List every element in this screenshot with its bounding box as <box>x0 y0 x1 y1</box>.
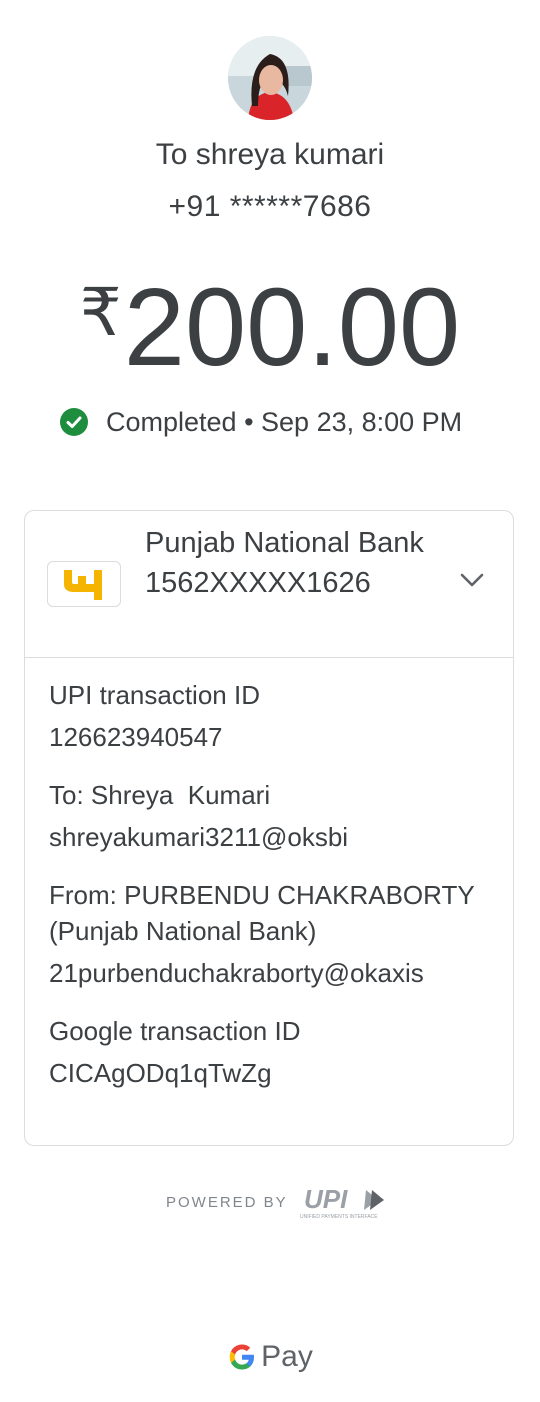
detail-label: To: Shreya Kumari <box>49 780 271 810</box>
upi-tagline: UNIFIED PAYMENTS INTERFACE <box>300 1214 378 1220</box>
detail-from: From: PURBENDU CHAKRABORTY (Punjab Natio… <box>49 877 499 991</box>
recipient-phone: +91 ******7686 <box>168 190 372 223</box>
upi-logo-text: UPI <box>304 1184 348 1214</box>
payment-amount: ₹200.00 <box>0 252 540 388</box>
recipient-name: To shreya kumari <box>155 138 385 171</box>
punjab-national-bank-logo <box>47 561 121 607</box>
detail-google-transaction-id: Google transaction ID CICAgODq1qTwZg <box>49 1013 499 1091</box>
check-circle-icon <box>60 408 88 436</box>
transaction-details: UPI transaction ID 126623940547 To: Shre… <box>49 677 499 1113</box>
bank-name: Punjab National Bank <box>145 527 424 559</box>
detail-label: From: PURBENDU CHAKRABORTY (Punjab Natio… <box>49 880 475 946</box>
detail-label: UPI transaction ID <box>49 680 260 710</box>
currency-symbol: ₹ <box>79 275 122 349</box>
recipient-avatar <box>228 36 312 120</box>
bank-info: Punjab National Bank 1562XXXXX1626 <box>145 523 445 603</box>
bank-account-number: 1562XXXXX1626 <box>145 567 371 599</box>
upi-logo-icon: UPI UNIFIED PAYMENTS INTERFACE <box>300 1184 384 1220</box>
bank-account-row[interactable]: Punjab National Bank 1562XXXXX1626 <box>25 511 513 658</box>
detail-to: To: Shreya Kumari shreyakumari3211@oksbi <box>49 777 499 855</box>
powered-by-upi: POWERED BY UPI UNIFIED PAYMENTS INTERFAC… <box>166 1184 390 1220</box>
detail-value[interactable]: CICAgODq1qTwZg <box>49 1055 499 1091</box>
detail-value[interactable]: 126623940547 <box>49 719 499 755</box>
chevron-down-icon[interactable] <box>459 571 485 589</box>
amount-value: 200.00 <box>123 266 461 389</box>
payment-status: Completed • Sep 23, 8:00 PM <box>60 404 462 440</box>
google-g-icon <box>229 1344 255 1370</box>
detail-label: Google transaction ID <box>49 1016 301 1046</box>
detail-upi-transaction-id: UPI transaction ID 126623940547 <box>49 677 499 755</box>
detail-value[interactable]: shreyakumari3211@oksbi <box>49 819 499 855</box>
google-pay-logo: Pay <box>0 1340 540 1374</box>
powered-by-label: POWERED BY <box>166 1193 288 1211</box>
detail-value[interactable]: 21purbenduchakraborty@okaxis <box>49 955 499 991</box>
status-text: Completed • Sep 23, 8:00 PM <box>106 406 463 437</box>
google-pay-label: Pay <box>261 1340 313 1373</box>
transaction-details-card: Punjab National Bank 1562XXXXX1626 UPI t… <box>24 510 514 1146</box>
